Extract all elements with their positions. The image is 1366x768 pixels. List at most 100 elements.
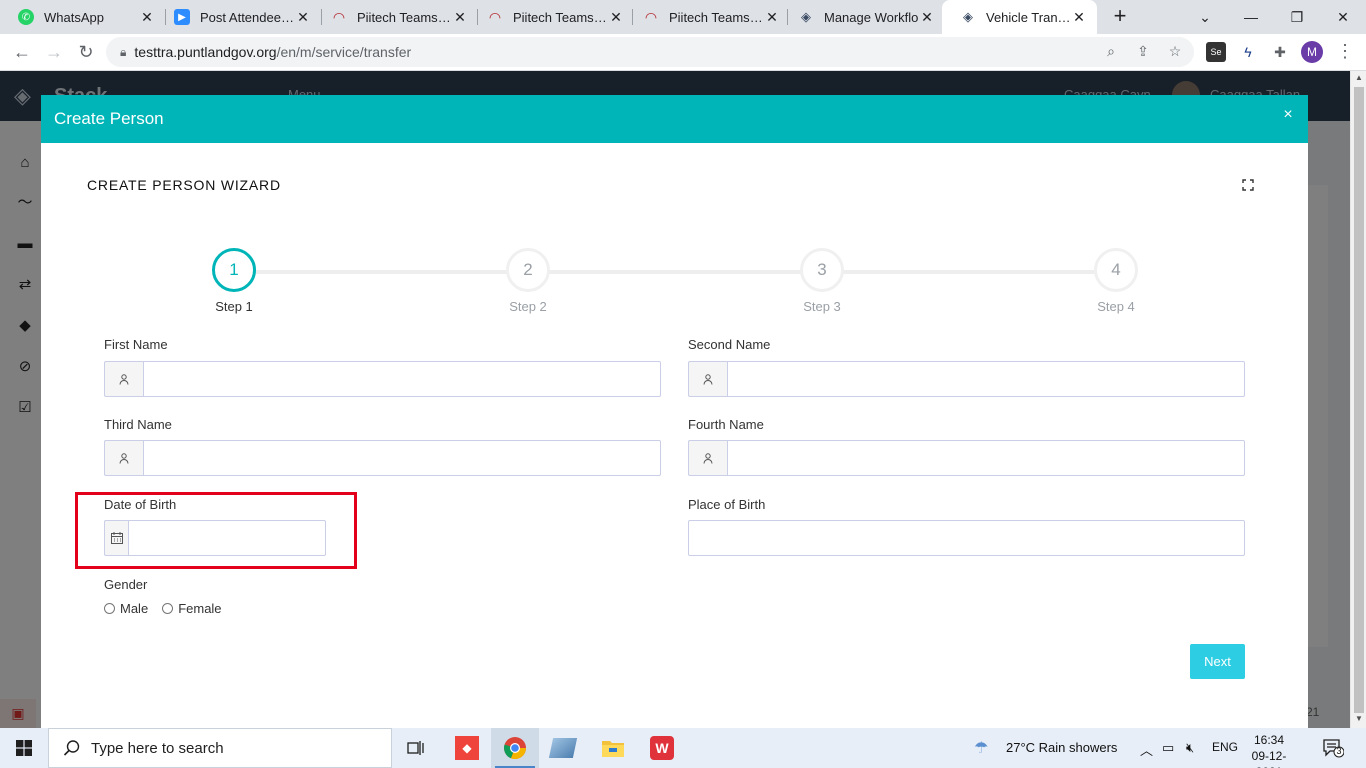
step-circle: 3 [800, 248, 844, 292]
fourth-name-input[interactable] [727, 440, 1245, 476]
taskbar-search[interactable]: Type here to search [48, 728, 392, 768]
extensions-puzzle-icon[interactable]: ✚ [1270, 42, 1290, 62]
tab-title: Piitech Teams Po [669, 9, 764, 25]
tab-title: Manage Workflo [824, 9, 919, 25]
url-path: /en/m/service/transfer [276, 44, 412, 60]
third-name-input[interactable] [143, 440, 661, 476]
search-placeholder: Type here to search [91, 739, 224, 757]
step-circle: 2 [506, 248, 550, 292]
second-name-group [688, 361, 1245, 397]
browser-tab-strip: ✆ WhatsApp ✕ ▶ Post Attendee - Z ✕ ◠ Pii… [0, 0, 1366, 34]
back-button[interactable]: ← [10, 40, 34, 64]
tab-manage-workflow[interactable]: ◈ Manage Workflo ✕ [780, 0, 945, 34]
first-name-input[interactable] [143, 361, 661, 397]
tab-piitech-1[interactable]: ◠ Piitech Teams Po ✕ [313, 0, 478, 34]
third-name-group [104, 440, 661, 476]
tab-title: Vehicle Transfer | [986, 9, 1071, 25]
tab-search-icon[interactable]: ⌄ [1182, 0, 1228, 34]
wps-office-icon[interactable]: W [638, 728, 686, 768]
tab-piitech-2[interactable]: ◠ Piitech Teams Po ✕ [469, 0, 634, 34]
scroll-thumb[interactable] [1354, 87, 1364, 713]
gender-option-female[interactable]: Female [162, 601, 222, 616]
first-name-group [104, 361, 661, 397]
task-view-icon[interactable] [392, 728, 440, 768]
user-icon [104, 361, 143, 397]
expand-icon[interactable] [1242, 179, 1254, 191]
selenium-extension-icon[interactable]: Se [1206, 42, 1226, 62]
wizard-step-4[interactable]: 4 Step 4 [1076, 248, 1156, 314]
bolt-extension-icon[interactable]: ϟ [1238, 42, 1258, 62]
male-radio[interactable] [104, 603, 115, 614]
reload-button[interactable]: ↻ [74, 40, 98, 64]
close-window-button[interactable]: ✕ [1320, 0, 1366, 34]
female-radio[interactable] [162, 603, 174, 614]
zoom-search-icon[interactable]: ⌕ [1100, 40, 1122, 62]
windows-start-button[interactable] [0, 728, 48, 768]
close-icon[interactable]: ✕ [764, 9, 780, 26]
next-button[interactable]: Next [1190, 644, 1245, 679]
tab-piitech-3[interactable]: ◠ Piitech Teams Po ✕ [625, 0, 790, 34]
wizard-step-1[interactable]: 1 Step 1 [194, 248, 274, 314]
notification-count: 3 [1336, 746, 1342, 756]
close-icon[interactable]: ✕ [295, 9, 311, 26]
battery-icon[interactable]: ▭ [1162, 740, 1174, 756]
url-text: testtra.puntlandgov.org/en/m/service/tra… [134, 44, 411, 60]
tab-title: Post Attendee - Z [200, 9, 295, 25]
clock-time: 16:34 [1253, 733, 1285, 747]
close-icon[interactable]: ✕ [608, 9, 624, 26]
close-icon[interactable]: ✕ [919, 9, 935, 26]
restore-button[interactable]: ❐ [1274, 0, 1320, 34]
new-tab-button[interactable]: + [1108, 5, 1132, 29]
scroll-up-arrow[interactable]: ▲ [1351, 71, 1366, 85]
tab-vehicle-transfer[interactable]: ◈ Vehicle Transfer | ✕ [942, 0, 1097, 34]
tray-overflow-icon[interactable]: ︿ [1140, 740, 1153, 759]
search-icon [63, 740, 80, 756]
notes-app-icon[interactable] [539, 728, 587, 768]
browser-menu-icon[interactable]: ⋮ [1336, 41, 1354, 62]
step-circle: 4 [1094, 248, 1138, 292]
whatsapp-icon: ✆ [18, 9, 34, 25]
wizard-step-3[interactable]: 3 Step 3 [782, 248, 862, 314]
close-icon[interactable]: × [1281, 107, 1295, 123]
url-host: testtra.puntlandgov.org [134, 44, 277, 60]
profile-avatar[interactable]: M [1301, 41, 1323, 63]
forward-button[interactable]: → [42, 40, 66, 64]
user-icon [688, 361, 727, 397]
close-icon[interactable]: ✕ [452, 9, 468, 26]
page-scrollbar[interactable]: ▲ ▼ [1350, 71, 1366, 728]
language-indicator[interactable]: ENG [1212, 740, 1238, 754]
file-explorer-icon[interactable] [589, 728, 637, 768]
zoom-icon: ▶ [174, 9, 190, 25]
create-person-modal: Create Person × CREATE PERSON WIZARD 1 S… [41, 95, 1308, 728]
wizard-progress-line [234, 270, 1116, 274]
gender-option-male[interactable]: Male [104, 601, 148, 616]
gender-radio-group: Male Female [104, 601, 236, 616]
bookmark-star-icon[interactable]: ☆ [1164, 40, 1186, 62]
notification-center-icon[interactable]: 3 [1322, 738, 1345, 758]
minimize-button[interactable]: — [1228, 0, 1274, 34]
modal-title: Create Person [54, 109, 164, 128]
tab-whatsapp[interactable]: ✆ WhatsApp ✕ [0, 0, 165, 34]
second-name-label: Second Name [688, 337, 771, 352]
close-icon[interactable]: ✕ [139, 9, 155, 26]
weather-text[interactable]: 27°C Rain showers [1006, 740, 1117, 755]
windows-logo-icon [16, 740, 32, 756]
second-name-input[interactable] [727, 361, 1245, 397]
gender-label: Gender [104, 577, 148, 592]
place-of-birth-label: Place of Birth [688, 497, 766, 512]
step-label: Step 3 [803, 299, 841, 314]
tab-title: Piitech Teams Po [513, 9, 608, 25]
tab-post-attendee[interactable]: ▶ Post Attendee - Z ✕ [156, 0, 321, 34]
chrome-app-icon[interactable] [491, 728, 539, 768]
first-name-label: First Name [104, 337, 168, 352]
close-icon[interactable]: ✕ [1071, 9, 1087, 26]
system-clock[interactable]: 16:34 09-12-2021 [1246, 732, 1292, 768]
wizard-step-2[interactable]: 2 Step 2 [488, 248, 568, 314]
speaker-muted-icon[interactable]: 🔇︎ [1186, 740, 1194, 756]
place-of-birth-input[interactable] [688, 520, 1245, 556]
share-icon[interactable]: ⇪ [1132, 40, 1154, 62]
address-bar[interactable]: 🔒︎ testtra.puntlandgov.org/en/m/service/… [106, 37, 1194, 67]
anydesk-app-icon[interactable]: ◆ [443, 728, 491, 768]
scroll-down-arrow[interactable]: ▼ [1351, 712, 1366, 726]
clock-date: 09-12-2021 [1251, 749, 1287, 768]
